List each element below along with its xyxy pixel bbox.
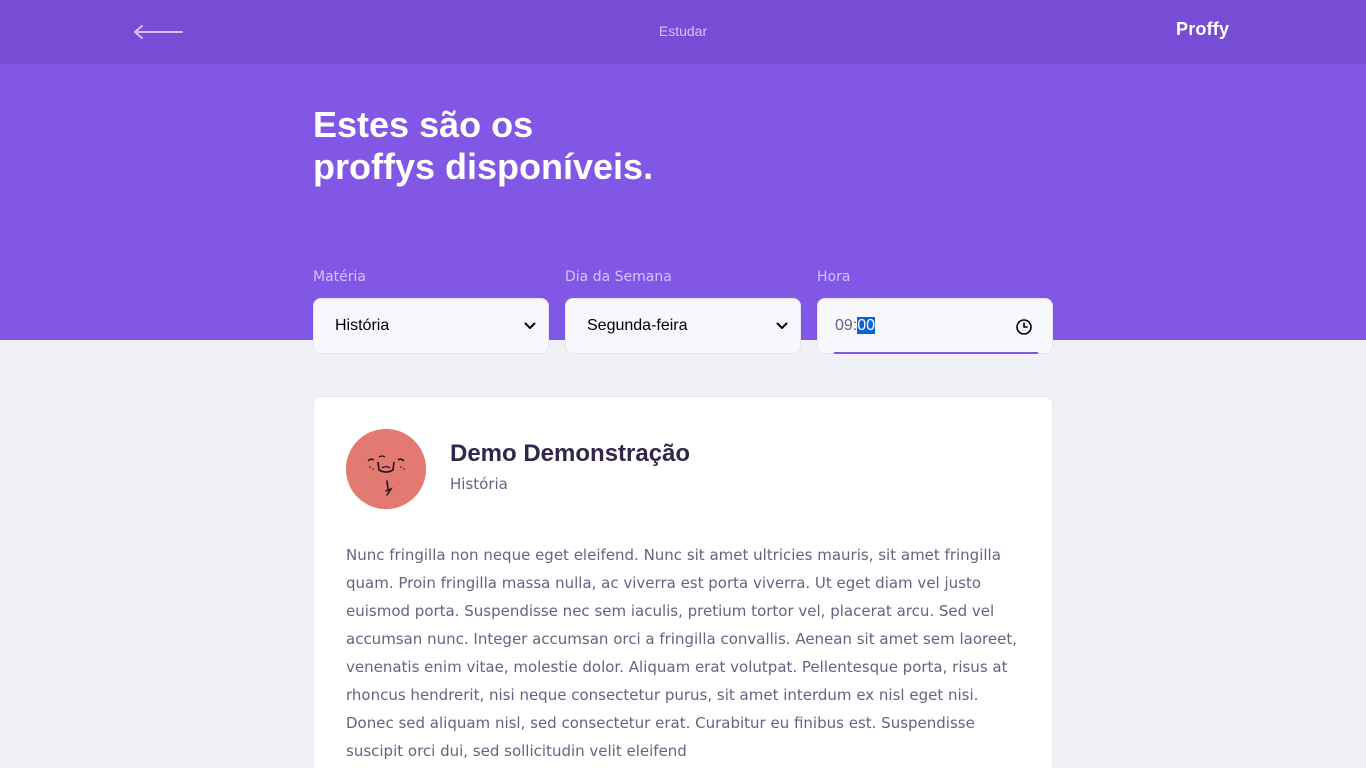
chevron-down-icon [776, 322, 788, 329]
time-input-value: 09:00 [835, 317, 876, 335]
time-input[interactable]: 09:00 [817, 298, 1053, 354]
avatar-face-image [346, 429, 426, 509]
subject-label: Matéria [313, 269, 366, 285]
teacher-name: Demo Demonstração [450, 440, 691, 467]
time-input-focus-underline [834, 352, 1038, 354]
teacher-bio: Nunc fringilla non neque eget eleifend. … [346, 546, 1017, 760]
time-hours[interactable]: 09 [835, 317, 853, 334]
clock-icon[interactable] [1015, 318, 1033, 336]
proffy-logo[interactable]: Proffy [1176, 19, 1229, 40]
teacher-subject: História [450, 475, 508, 493]
page-title-line-1: Estes são os [313, 104, 534, 145]
page-title: Estes são os proffys disponíveis. [313, 104, 653, 188]
page-header-title: Estudar [658, 23, 708, 39]
time-label: Hora [817, 269, 851, 285]
weekday-label: Dia da Semana [565, 269, 672, 285]
page-title-line-2: proffys disponíveis. [313, 146, 654, 187]
weekday-select-value: Segunda-feira [587, 317, 688, 334]
time-minutes-selected[interactable]: 00 [857, 317, 876, 334]
avatar [346, 429, 426, 509]
subject-select-value: História [335, 317, 390, 334]
chevron-down-icon [524, 322, 536, 329]
subject-select[interactable]: História [313, 298, 549, 354]
top-bar: Estudar Proffy [0, 0, 1366, 64]
weekday-select[interactable]: Segunda-feira [565, 298, 801, 354]
